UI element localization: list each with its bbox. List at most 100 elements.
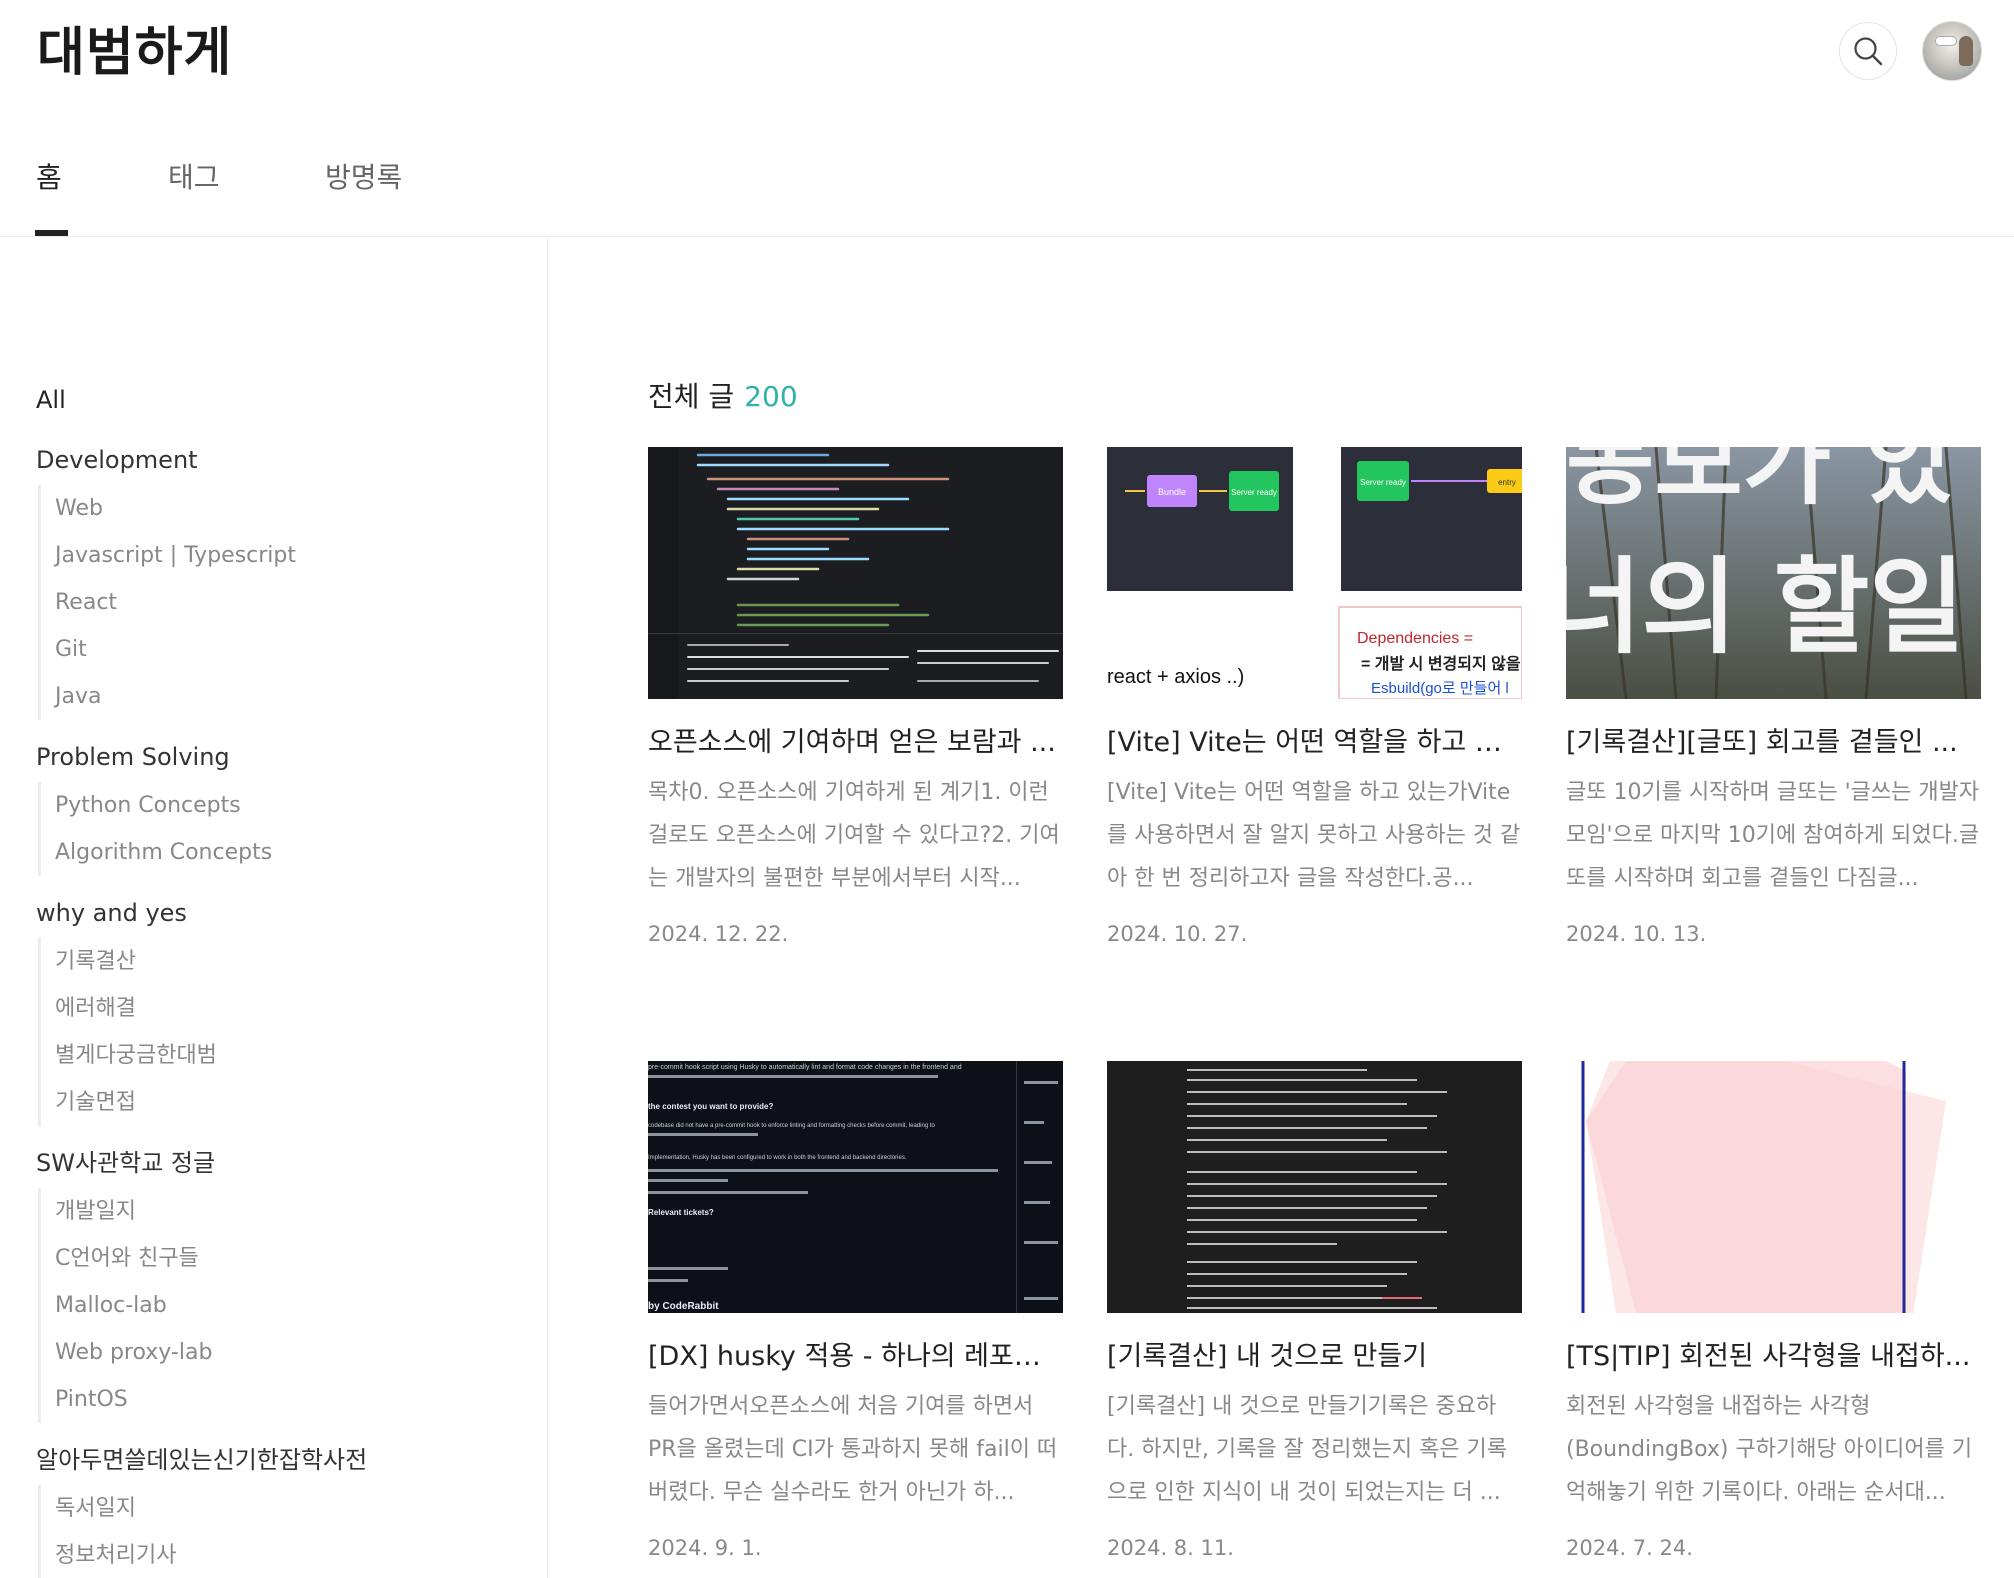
post-card[interactable]: [기록결산] 내 것으로 만들기 [기록결산] 내 것으로 만들기기록은 중요하… [1107, 1061, 1522, 1560]
category-title[interactable]: Problem Solving [36, 738, 272, 776]
post-summary: 목차0. 오픈소스에 기여하게 된 계기1. 이런 걸로도 오픈소스에 기여할 … [648, 780, 1060, 891]
subcategory-item[interactable]: 기술면접 [55, 1079, 217, 1126]
vite-diagram-image: Bundle Server ready Server ready entry r… [1107, 447, 1522, 699]
subcategory-item[interactable]: Git [55, 626, 296, 673]
search-icon [1854, 37, 1883, 66]
post-title[interactable]: [기록결산] 내 것으로 만들기 [1107, 1339, 1522, 1375]
thumb-pr-line-5: Relevant tickets? [648, 1208, 714, 1217]
thumb-server-ready-2: Server ready [1360, 478, 1406, 487]
category-group-why-and-yes: why and yes 기록결산 에러해결 별게다궁금한대범 기술면접 [36, 894, 217, 1126]
thumb-server-ready-1: Server ready [1231, 488, 1277, 497]
code-editor-image [648, 447, 1063, 699]
post-date: 2024. 10. 13. [1566, 922, 1707, 946]
category-sidebar: All Development Web Javascript | Typescr… [0, 238, 548, 1578]
subcategory-item[interactable]: Algorithm Concepts [55, 829, 272, 876]
category-group-jungle: SW사관학교 정글 개발일지 C언어와 친구들 Malloc-lab Web p… [36, 1144, 215, 1423]
post-title[interactable]: [기록결산][글또] 회고를 곁들인 ... [1566, 725, 1981, 761]
post-date: 2024. 8. 11. [1107, 1536, 1234, 1560]
post-thumbnail[interactable] [648, 447, 1063, 699]
thumb-pr-line-6: by CodeRabbit [648, 1301, 719, 1312]
thumb-bundle-label: Bundle [1158, 487, 1186, 497]
subcategory-item[interactable]: 정보처리기사 [55, 1532, 367, 1578]
post-summary: 글또 10기를 시작하며 글또는 '글쓰는 개발자 모임'으로 마지막 10기에… [1566, 780, 1980, 891]
blog-title[interactable]: 대범하게 [37, 10, 232, 85]
tab-home[interactable]: 홈 [36, 156, 62, 196]
main-navigation: 홈 태그 방명록 [0, 140, 2014, 237]
thumb-sign-line-2: 너의 할일 [1566, 546, 1965, 668]
post-total-heading: 전체 글 200 [648, 375, 798, 415]
thumb-entry-label: entry [1498, 478, 1516, 487]
category-group-development: Development Web Javascript | Typescript … [36, 441, 296, 720]
post-total-label: 전체 글 [648, 380, 735, 413]
category-group-trivia: 알아두면쓸데있는신기한잡학사전 독서일지 정보처리기사 [36, 1441, 367, 1578]
subcategory-item[interactable]: Python Concepts [55, 782, 272, 829]
notes-list-image [1107, 1061, 1522, 1313]
active-tab-indicator [35, 230, 68, 236]
subcategory-item[interactable]: Javascript | Typescript [55, 532, 296, 579]
category-title[interactable]: SW사관학교 정글 [36, 1144, 215, 1182]
subcategory-item[interactable]: 독서일지 [55, 1485, 367, 1532]
search-button[interactable] [1839, 22, 1897, 80]
subcategory-item[interactable]: 별게다궁금한대범 [55, 1032, 217, 1079]
post-card[interactable]: pre-commit hook script using Husky to au… [648, 1061, 1063, 1560]
thumb-sign-line-1: 동모가 있 [1566, 447, 1953, 518]
avatar-speech-bubble [1935, 36, 1957, 46]
post-title[interactable]: [Vite] Vite는 어떤 역할을 하고 있... [1107, 725, 1522, 761]
category-group-problem-solving: Problem Solving Python Concepts Algorith… [36, 738, 272, 876]
thumb-pr-line-2: the contest you want to provide? [648, 1102, 773, 1111]
post-card[interactable]: [TS|TIP] 회전된 사각형을 내접하... 회전된 사각형을 내접하는 사… [1566, 1061, 1981, 1560]
category-title[interactable]: 알아두면쓸데있는신기한잡학사전 [36, 1441, 367, 1479]
subcategory-item[interactable]: React [55, 579, 296, 626]
rotated-rectangle-image [1566, 1061, 1981, 1313]
category-all[interactable]: All [36, 386, 66, 414]
tab-guestbook[interactable]: 방명록 [325, 156, 402, 196]
post-card[interactable]: 오픈소스에 기여하며 얻은 보람과 ... 목차0. 오픈소스에 기여하게 된 … [648, 447, 1063, 946]
post-thumbnail[interactable]: pre-commit hook script using Husky to au… [648, 1061, 1063, 1313]
subcategory-item[interactable]: PintOS [55, 1376, 215, 1423]
post-title[interactable]: [TS|TIP] 회전된 사각형을 내접하... [1566, 1339, 1981, 1375]
thumb-dependencies: Dependencies = [1357, 630, 1473, 647]
post-date: 2024. 12. 22. [648, 922, 789, 946]
sign-photo-image: 동모가 있 너의 할일 [1566, 447, 1981, 699]
avatar-figure [1959, 36, 1973, 66]
post-summary: [기록결산] 내 것으로 만들기기록은 중요하다. 하지만, 기록을 잘 정리했… [1107, 1394, 1508, 1505]
category-title[interactable]: why and yes [36, 894, 217, 932]
profile-avatar[interactable] [1922, 21, 1982, 81]
post-card[interactable]: 동모가 있 너의 할일 [기록결산][글또] 회고를 곁들인 ... 글또 10… [1566, 447, 1981, 946]
category-title[interactable]: Development [36, 441, 296, 479]
tab-tags[interactable]: 태그 [168, 156, 220, 196]
subcategory-item[interactable]: Web [55, 485, 296, 532]
subcategory-list: 독서일지 정보처리기사 [38, 1485, 367, 1578]
thumb-esbuild: Esbuild(go로 만들어 l [1371, 680, 1509, 697]
post-thumbnail[interactable]: 동모가 있 너의 할일 [1566, 447, 1981, 699]
subcategory-item[interactable]: 에러해결 [55, 985, 217, 1032]
subcategory-item[interactable]: Malloc-lab [55, 1282, 215, 1329]
subcategory-item[interactable]: Web proxy-lab [55, 1329, 215, 1376]
subcategory-list: Python Concepts Algorithm Concepts [38, 782, 272, 876]
subcategory-list: Web Javascript | Typescript React Git Ja… [38, 485, 296, 720]
thumb-react-axios: react + axios ..) [1107, 666, 1244, 688]
post-thumbnail[interactable] [1107, 1061, 1522, 1313]
post-date: 2024. 10. 27. [1107, 922, 1248, 946]
post-thumbnail[interactable]: Bundle Server ready Server ready entry r… [1107, 447, 1522, 699]
subcategory-item[interactable]: 기록결산 [55, 938, 217, 985]
thumb-pr-line-3: codebase did not have a pre-commit hook … [648, 1123, 935, 1129]
subcategory-item[interactable]: Java [55, 673, 296, 720]
post-summary: [Vite] Vite는 어떤 역할을 하고 있는가Vite를 사용하면서 잘 … [1107, 780, 1521, 891]
post-title[interactable]: 오픈소스에 기여하며 얻은 보람과 ... [648, 725, 1063, 761]
subcategory-item[interactable]: C언어와 친구들 [55, 1235, 215, 1282]
subcategory-list: 기록결산 에러해결 별게다궁금한대범 기술면접 [38, 938, 217, 1126]
post-summary: 회전된 사각형을 내접하는 사각형(BoundingBox) 구하기해당 아이디… [1566, 1394, 1973, 1505]
post-thumbnail[interactable] [1566, 1061, 1981, 1313]
subcategory-list: 개발일지 C언어와 친구들 Malloc-lab Web proxy-lab P… [38, 1188, 215, 1423]
post-total-count: 200 [744, 380, 798, 413]
thumb-dev-unchanged: = 개발 시 변경되지 않을 [1361, 654, 1521, 673]
pull-request-screenshot: pre-commit hook script using Husky to au… [648, 1061, 1063, 1313]
subcategory-item[interactable]: 개발일지 [55, 1188, 215, 1235]
post-date: 2024. 7. 24. [1566, 1536, 1693, 1560]
thumb-pr-line-1: pre-commit hook script using Husky to au… [648, 1064, 962, 1071]
post-title[interactable]: [DX] husky 적용 - 하나의 레포에... [648, 1339, 1063, 1375]
post-card[interactable]: Bundle Server ready Server ready entry r… [1107, 447, 1522, 946]
thumb-pr-line-4: Implementation, Husky has been configure… [648, 1155, 907, 1161]
post-date: 2024. 9. 1. [648, 1536, 762, 1560]
